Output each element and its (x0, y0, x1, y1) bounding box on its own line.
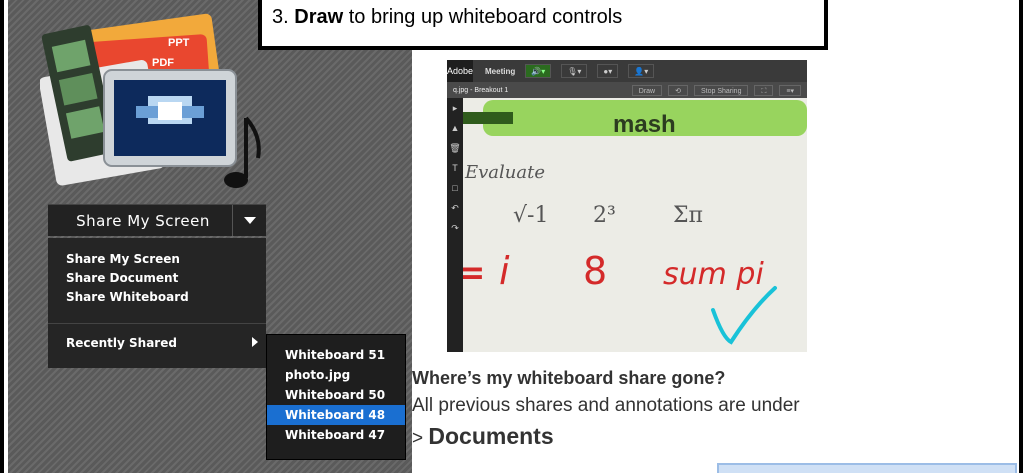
documents-path: > Documents (412, 423, 554, 450)
whiteboard-canvas[interactable]: mash Evaluate √-1 2³ Σπ = i 8 sum pi (463, 98, 807, 352)
draw-button[interactable]: Draw (631, 84, 663, 96)
documents-prefix: > (412, 428, 429, 449)
share-menu: Share My Screen Share Document Share Whi… (48, 238, 266, 368)
submenu-item[interactable]: Whiteboard 50 (267, 385, 405, 405)
pod-menu-icon[interactable]: ≡▾ (779, 84, 801, 96)
expr-sum-pi: Σπ (673, 203, 703, 228)
ppt-label: PPT (168, 37, 190, 49)
submenu-item[interactable]: Whiteboard 47 (267, 425, 405, 445)
question-subtitle: All previous shares and annotations are … (412, 395, 800, 416)
whiteboard-photo: mash Evaluate √-1 2³ Σπ = i 8 sum pi (463, 98, 807, 352)
submenu-item-selected[interactable]: Whiteboard 48 (267, 405, 405, 425)
answer-8: 8 (583, 249, 607, 293)
whiteboard-toolbar: ▸ ▲ 🗑 T □ ↶ ↷ (447, 98, 463, 352)
instruction-callout: 3. Draw to bring up whiteboard controls (258, 0, 828, 50)
submenu-arrow-icon (252, 334, 258, 353)
answer-i: i (499, 249, 510, 293)
submenu-item[interactable]: Whiteboard 51 (267, 345, 405, 365)
delete-tool-icon[interactable]: 🗑 (447, 138, 463, 158)
callout-rest: to bring up whiteboard controls (343, 6, 623, 28)
menu-item-recently-shared[interactable]: Recently Shared (48, 334, 266, 353)
pod-breakout: - Breakout 1 (470, 86, 509, 94)
fullscreen-icon[interactable]: ⛶ (754, 84, 774, 96)
microphone-icon[interactable]: 🎙▾ (561, 64, 588, 78)
menu-item-share-screen[interactable]: Share My Screen (48, 250, 266, 269)
slide: PPT PDF Share My Screen Share My Screen … (0, 0, 1023, 473)
meeting-menu[interactable]: Meeting (485, 67, 515, 76)
pen-brand-text: mash (613, 111, 676, 138)
answer-equals: = (463, 253, 486, 293)
menu-item-share-document[interactable]: Share Document (48, 269, 266, 288)
recently-shared-submenu: Whiteboard 51 photo.jpg Whiteboard 50 Wh… (266, 334, 406, 460)
answer-sum-pi: sum pi (663, 257, 764, 292)
share-button-label: Share My Screen (76, 211, 210, 230)
meeting-screenshot: Adobe Meeting 🔊▾ 🎙▾ ●▾ 👤▾ q.jpg - Breako… (447, 60, 807, 352)
stop-sharing-button[interactable]: Stop Sharing (694, 84, 749, 96)
menu-item-share-whiteboard[interactable]: Share Whiteboard (48, 288, 266, 307)
evaluate-text: Evaluate (464, 162, 545, 183)
share-my-screen-button[interactable]: Share My Screen (48, 204, 266, 236)
redo-icon[interactable]: ↷ (447, 218, 463, 238)
share-media-icon: PPT PDF (40, 13, 261, 188)
attendee-icon[interactable]: 👤▾ (628, 64, 655, 78)
text-tool-icon[interactable]: T (447, 158, 463, 178)
sync-icon[interactable]: ⟲ (668, 84, 688, 96)
camera-icon[interactable]: ●▾ (597, 64, 619, 78)
pod-filename: q.jpg (453, 86, 469, 94)
callout-bold: Draw (294, 6, 344, 28)
adobe-logo: Adobe (447, 60, 473, 82)
question-title: Where’s my whiteboard share gone? (412, 368, 726, 388)
pdf-label: PDF (152, 57, 174, 69)
marker-tool-icon[interactable]: ▲ (447, 118, 463, 138)
shape-tool-icon[interactable]: □ (447, 178, 463, 198)
pod-header: q.jpg - Breakout 1 Draw ⟲ Stop Sharing ⛶… (447, 82, 807, 98)
callout-step: 3. (272, 6, 295, 28)
select-tool-icon[interactable]: ▸ (447, 98, 463, 118)
next-callout-edge (717, 463, 1017, 473)
undo-icon[interactable]: ↶ (447, 198, 463, 218)
expr-power: 2³ (593, 203, 616, 228)
dropdown-arrow-icon[interactable] (232, 205, 266, 236)
recently-shared-label: Recently Shared (66, 336, 177, 350)
submenu-item[interactable]: photo.jpg (267, 365, 405, 385)
speaker-icon[interactable]: 🔊▾ (525, 64, 552, 78)
menu-separator (48, 323, 266, 324)
documents-label: Documents (428, 423, 554, 449)
expr-sqrt: √-1 (513, 203, 548, 228)
meeting-topbar: Adobe Meeting 🔊▾ 🎙▾ ●▾ 👤▾ (447, 60, 807, 82)
